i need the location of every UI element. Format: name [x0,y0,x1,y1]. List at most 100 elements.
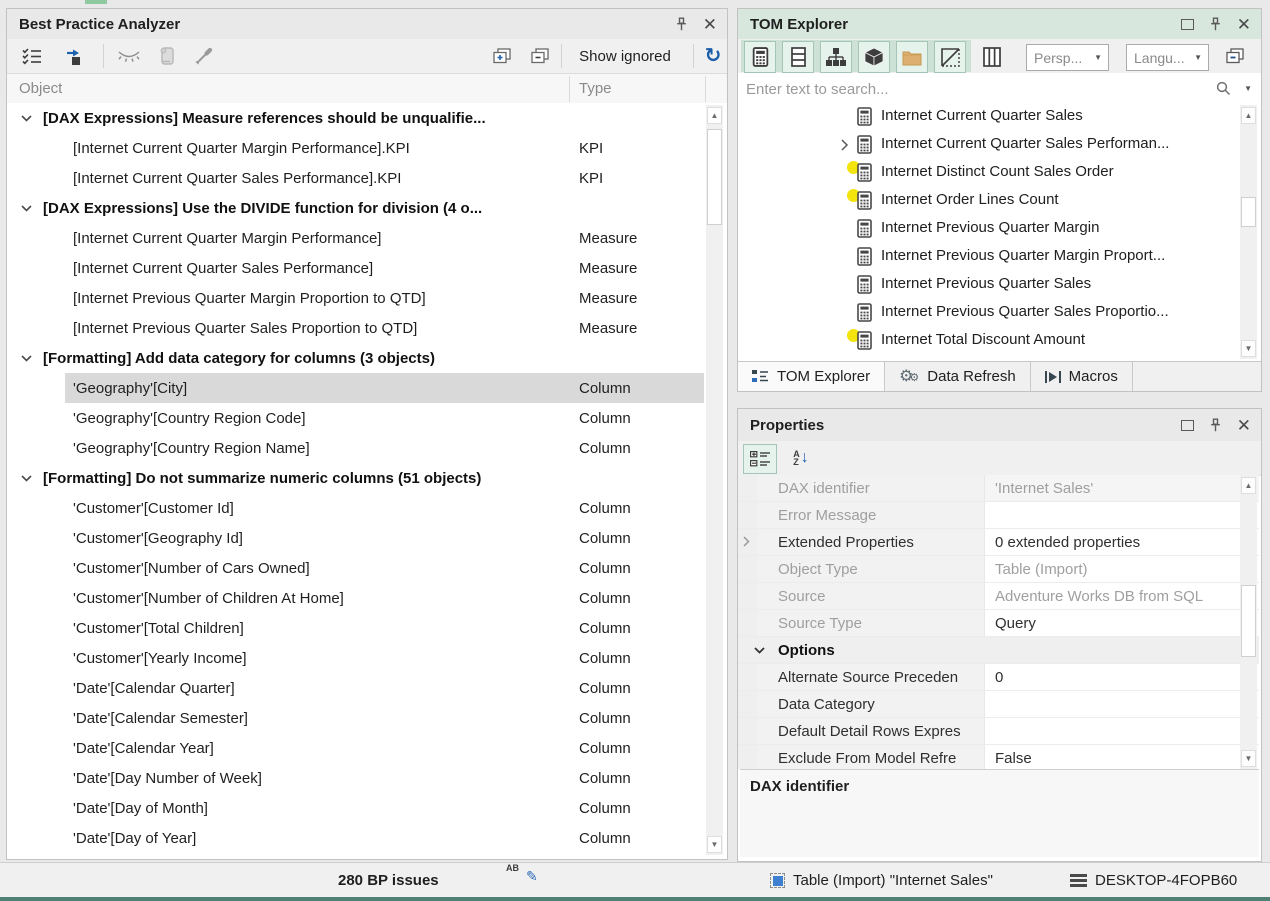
scroll-up-button[interactable]: ▲ [1241,107,1256,124]
folder-icon-button[interactable] [896,41,928,73]
show-display-folders-button[interactable] [858,41,890,73]
property-value[interactable]: 'Internet Sales' [984,475,1259,501]
bpa-item-row[interactable]: 'Date'[Calendar Semester] Column [7,703,727,733]
property-row[interactable]: Error Message [738,502,1259,529]
property-value[interactable] [984,691,1259,717]
chevron-down-icon[interactable] [21,355,32,362]
perspective-dropdown[interactable]: Persp... ▼ [1026,44,1109,71]
scroll-up-button[interactable]: ▲ [1241,477,1256,494]
tree-scrollbar[interactable]: ▲ ▼ [1240,105,1257,359]
property-row[interactable]: Exclude From Model Refre False [738,745,1259,769]
properties-scrollbar[interactable]: ▲ ▼ [1240,475,1257,769]
tab-data-refresh[interactable]: ⚙⚙ Data Refresh [885,362,1031,391]
close-icon[interactable]: ✕ [1237,16,1251,33]
bpa-item-row[interactable]: 'Geography'[Country Region Code] Column [7,403,727,433]
property-row[interactable]: Default Detail Rows Expres [738,718,1259,745]
bpa-item-row[interactable]: [Internet Current Quarter Margin Perform… [7,223,727,253]
tab-tom-explorer[interactable]: TOM Explorer [738,362,885,391]
collapse-all-icon[interactable] [527,39,553,73]
column-separator[interactable] [569,76,570,102]
fix-screwdriver-icon[interactable] [189,39,217,73]
tab-macros[interactable]: Macros [1031,362,1133,391]
language-dropdown[interactable]: Langu... ▼ [1126,44,1209,71]
tree-item-measure[interactable]: Internet Previous Quarter Sales Proporti… [738,299,1261,327]
categorized-view-button[interactable] [743,444,777,474]
tree-item-measure[interactable]: Internet Previous Quarter Margin [738,215,1261,243]
bp-issues-count[interactable]: 280 BP issues [338,863,439,898]
chevron-right-icon[interactable] [841,139,849,152]
bpa-group-row[interactable]: [Formatting] Do not summarize numeric co… [7,463,727,493]
bpa-item-row[interactable]: [Internet Previous Quarter Sales Proport… [7,313,727,343]
tree-item-measure[interactable]: Internet Current Quarter Sales Performan… [738,131,1261,159]
bpa-item-row[interactable]: 'Date'[Calendar Quarter] Column [7,673,727,703]
current-object-status[interactable]: Table (Import) "Internet Sales" [770,863,993,898]
expand-all-icon[interactable] [489,39,515,73]
bpa-item-row[interactable]: 'Date'[Calendar Year] Column [7,733,727,763]
bpa-item-row[interactable]: 'Date'[Day Number of Week] Column [7,763,727,793]
show-columns-button[interactable] [782,41,814,73]
property-row[interactable]: Object Type Table (Import) [738,556,1259,583]
scroll-up-button[interactable]: ▲ [707,107,722,124]
refresh-icon[interactable]: ↻ [699,39,727,73]
bpa-item-row[interactable]: 'Geography'[Country Region Name] Column [7,433,727,463]
scroll-down-button[interactable]: ▼ [707,836,722,853]
property-value[interactable]: False [984,745,1259,769]
tree-item-measure[interactable]: Internet Previous Quarter Sales [738,271,1261,299]
pin-icon[interactable] [676,17,687,31]
alphabetical-sort-button[interactable]: AZ↓ [786,441,816,475]
bpa-item-row[interactable]: 'Customer'[Number of Children At Home] C… [7,583,727,613]
property-row[interactable]: Extended Properties 0 extended propertie… [738,529,1259,556]
show-measures-button[interactable] [744,41,776,73]
show-hierarchies-button[interactable] [820,41,852,73]
property-value[interactable] [984,502,1259,528]
property-row[interactable]: Source Type Query [738,610,1259,637]
bpa-item-row[interactable]: [Internet Current Quarter Sales Performa… [7,253,727,283]
show-all-columns-button[interactable] [976,41,1008,73]
bpa-item-row[interactable]: 'Customer'[Total Children] Column [7,613,727,643]
scroll-down-button[interactable]: ▼ [1241,340,1256,357]
pin-icon[interactable] [1210,418,1221,432]
column-header-object[interactable]: Object [19,80,62,97]
tree-item-measure[interactable]: Internet Order Lines Count [738,187,1261,215]
bpa-item-row[interactable]: [Internet Current Quarter Sales Performa… [7,163,727,193]
goto-object-button[interactable] [59,39,89,73]
scroll-thumb[interactable] [1241,585,1256,657]
search-options-arrow[interactable]: ▼ [1244,84,1252,93]
tree-item-measure[interactable]: Internet Previous Quarter Margin Proport… [738,243,1261,271]
chevron-down-icon[interactable] [21,475,32,482]
bpa-item-row[interactable]: [Internet Current Quarter Margin Perform… [7,133,727,163]
bpa-item-row[interactable]: [Internet Previous Quarter Margin Propor… [7,283,727,313]
show-ignored-toggle[interactable]: Show ignored [569,39,681,73]
scroll-thumb[interactable] [707,129,722,225]
scroll-thumb[interactable] [1241,197,1256,227]
bpa-item-row[interactable]: 'Customer'[Geography Id] Column [7,523,727,553]
bpa-item-row[interactable]: 'Customer'[Yearly Income] Column [7,643,727,673]
ignore-rule-eye-icon[interactable] [113,39,145,73]
tree-item-measure[interactable]: Internet Distinct Count Sales Order [738,159,1261,187]
tree-item-measure[interactable]: Internet Total Discount Amount [738,327,1261,355]
property-value[interactable]: Adventure Works DB from SQL [984,583,1259,609]
maximize-icon[interactable] [1181,19,1194,30]
pin-icon[interactable] [1210,17,1221,31]
search-input[interactable] [744,76,1188,102]
bpa-group-row[interactable]: [Formatting] Add data category for colum… [7,343,727,373]
property-row[interactable]: Source Adventure Works DB from SQL [738,583,1259,610]
property-row[interactable]: Data Category [738,691,1259,718]
bpa-item-row[interactable]: 'Date'[Day of Year] Column [7,823,727,853]
search-icon[interactable] [1216,81,1231,96]
bpa-item-row[interactable]: 'Customer'[Number of Cars Owned] Column [7,553,727,583]
property-value[interactable]: Query [984,610,1259,636]
server-status[interactable]: DESKTOP-4FOPB60 [1070,863,1237,898]
bpa-rules-checklist-button[interactable] [17,39,47,73]
property-category-row[interactable]: Options [738,637,1259,664]
maximize-icon[interactable] [1181,420,1194,431]
show-partitions-button[interactable] [934,41,966,73]
property-value[interactable] [984,718,1259,744]
chevron-down-icon[interactable] [21,205,32,212]
property-row[interactable]: Alternate Source Preceden 0 [738,664,1259,691]
property-value[interactable]: Table (Import) [984,556,1259,582]
bpa-group-row[interactable]: [DAX Expressions] Use the DIVIDE functio… [7,193,727,223]
bpa-group-row[interactable]: [DAX Expressions] Measure references sho… [7,103,727,133]
chevron-down-icon[interactable] [754,647,765,654]
property-value[interactable]: 0 [984,664,1259,690]
